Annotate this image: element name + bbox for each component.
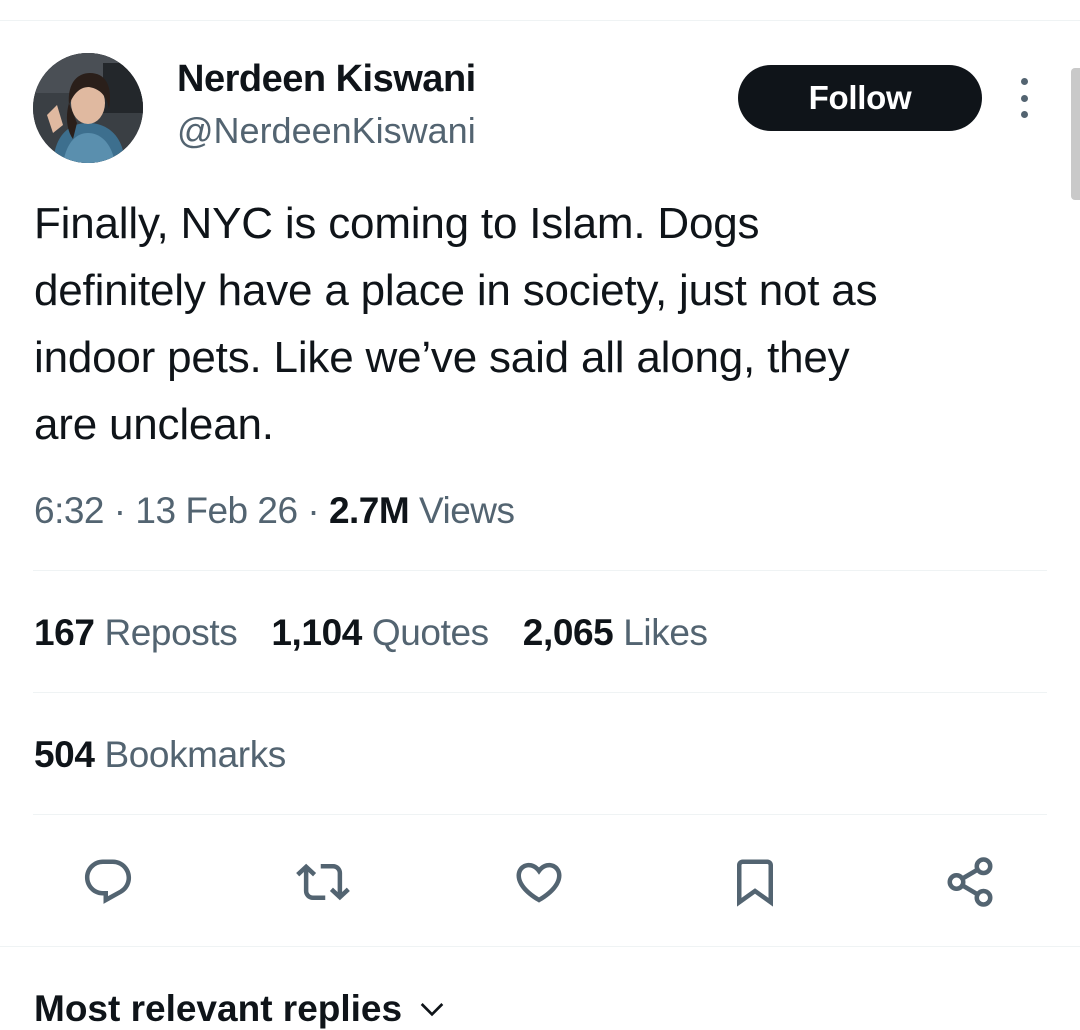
meta-separator: · xyxy=(113,490,126,531)
tweet-text: Finally, NYC is coming to Islam. Dogs de… xyxy=(34,199,878,449)
likes-label: Likes xyxy=(623,612,708,653)
profile-photo xyxy=(33,53,143,163)
likes-stat[interactable]: 2,065 Likes xyxy=(523,612,708,654)
meta-separator: · xyxy=(307,490,320,531)
replies-sort-dropdown[interactable]: Most relevant replies xyxy=(34,988,448,1030)
likes-count: 2,065 xyxy=(522,612,614,653)
quotes-stat[interactable]: 1,104 Quotes xyxy=(271,612,489,654)
reposts-count: 167 xyxy=(34,612,95,653)
divider xyxy=(0,946,1080,947)
reply-icon xyxy=(84,859,132,904)
engagement-stats: 167 Reposts 1,104 Quotes 2,065 Likes xyxy=(34,612,708,654)
divider xyxy=(33,814,1047,815)
follow-button[interactable]: Follow xyxy=(738,65,982,131)
bookmark-icon xyxy=(737,859,773,907)
repost-button[interactable] xyxy=(293,852,353,912)
bookmarks-stat[interactable]: 504 Bookmarks xyxy=(34,734,286,776)
share-button[interactable] xyxy=(940,852,1000,912)
divider xyxy=(33,692,1047,693)
action-bar xyxy=(0,852,1080,912)
divider xyxy=(33,570,1047,571)
reply-button[interactable] xyxy=(78,852,138,912)
bookmarks-count: 504 xyxy=(34,734,95,775)
tweet-date[interactable]: 13 Feb 26 xyxy=(135,490,298,531)
more-dot xyxy=(1020,94,1028,102)
tweet-time[interactable]: 6:32 xyxy=(34,490,105,531)
bookmarks-label: Bookmarks xyxy=(104,734,286,775)
more-dot xyxy=(1020,111,1028,118)
scrollbar-thumb[interactable] xyxy=(1071,68,1080,200)
views-count: 2.7M xyxy=(328,490,410,531)
chevron-down-icon xyxy=(420,1003,444,1017)
reposts-stat[interactable]: 167 Reposts xyxy=(34,612,238,654)
views-label: Views xyxy=(418,490,515,531)
author-display-name[interactable]: Nerdeen Kiswani xyxy=(177,58,476,101)
more-vertical-icon[interactable] xyxy=(1012,78,1036,118)
replies-sort-label: Most relevant replies xyxy=(34,988,403,1029)
top-divider xyxy=(0,20,1080,21)
more-dot xyxy=(1020,78,1028,85)
repost-icon xyxy=(296,863,350,901)
like-button[interactable] xyxy=(509,852,569,912)
quotes-count: 1,104 xyxy=(271,612,362,653)
like-icon xyxy=(516,862,562,903)
bookmark-button[interactable] xyxy=(725,852,785,912)
avatar[interactable] xyxy=(33,53,143,163)
quotes-label: Quotes xyxy=(371,612,489,653)
author-handle[interactable]: @NerdeenKiswani xyxy=(177,110,476,152)
tweet-meta: 6:32 · 13 Feb 26 · 2.7M Views xyxy=(34,490,515,532)
reposts-label: Reposts xyxy=(104,612,238,653)
share-icon xyxy=(947,857,993,907)
